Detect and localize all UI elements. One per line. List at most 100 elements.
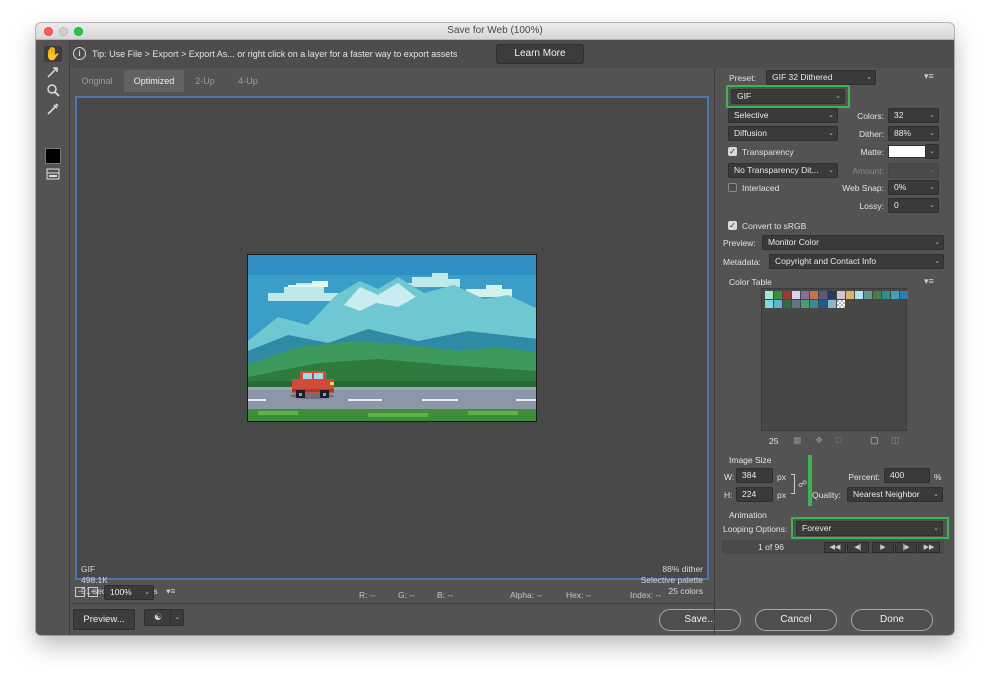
preset-select[interactable]: GIF 32 Dithered ⌄ (766, 70, 876, 85)
learn-more-button[interactable]: Learn More (496, 44, 584, 64)
optimize-menu-icon[interactable]: ▾≡ (924, 71, 934, 82)
lossy-label: Lossy: (859, 201, 884, 211)
transparency-dither-value: No Transparency Dit... (734, 165, 819, 175)
color-swatch[interactable] (873, 291, 881, 299)
color-table-grid[interactable] (761, 288, 908, 431)
lock-color-icon[interactable]: □ (836, 435, 841, 445)
trash-icon[interactable]: ◫ (891, 435, 900, 446)
color-swatch[interactable] (810, 300, 818, 308)
quality-label: Quality: (812, 490, 841, 500)
browser-dropdown-chevron-icon[interactable]: ⌄ (170, 609, 184, 626)
title-bar: Save for Web (100%) (36, 23, 954, 40)
color-reduction-select[interactable]: Selective ⌄ (728, 108, 838, 123)
last-frame-icon[interactable]: ▶▶ (918, 542, 940, 553)
color-swatch[interactable] (765, 300, 773, 308)
window-title: Save for Web (100%) (447, 25, 543, 36)
first-frame-icon[interactable]: ◀◀ (824, 542, 846, 553)
slice-select-tool-icon[interactable] (44, 65, 62, 81)
height-label: H: (724, 490, 733, 500)
color-swatch[interactable] (801, 291, 809, 299)
hand-tool-icon[interactable]: ✋ (44, 46, 62, 62)
lossy-field[interactable]: 0 ⌄ (888, 198, 939, 213)
color-swatch[interactable] (864, 291, 872, 299)
resample-quality-select[interactable]: Nearest Neighbor ⌄ (847, 487, 943, 502)
color-swatch[interactable] (891, 291, 899, 299)
pixel-art-landscape (248, 255, 536, 421)
zoom-level-select[interactable]: 100% ⌄ (104, 585, 154, 600)
toggle-slices-visibility-icon[interactable] (44, 168, 62, 184)
width-field[interactable]: 384 (736, 468, 773, 483)
looping-options-label: Looping Options: (723, 524, 788, 534)
color-swatch[interactable] (765, 291, 773, 299)
colors-select[interactable]: 32 ⌄ (888, 108, 939, 123)
metadata-select[interactable]: Copyright and Contact Info ⌄ (769, 254, 944, 269)
colors-value: 32 (894, 110, 904, 120)
color-table-menu-icon[interactable]: ▾≡ (924, 276, 934, 287)
eyedropper-tool-icon[interactable] (44, 102, 62, 118)
done-button[interactable]: Done (851, 609, 933, 631)
color-swatch[interactable] (801, 300, 809, 308)
chain-link-icon[interactable]: ☍ (798, 479, 807, 490)
color-swatch[interactable] (828, 291, 836, 299)
play-icon[interactable]: ▶ (872, 542, 894, 553)
new-color-icon[interactable]: ▢ (870, 435, 879, 446)
chevron-down-icon: ⌄ (933, 491, 939, 498)
color-swatch[interactable] (819, 291, 827, 299)
chevron-down-icon: ⌄ (144, 589, 150, 596)
map-to-transparent-icon[interactable]: ▦ (793, 435, 802, 446)
color-swatch[interactable] (774, 291, 782, 299)
convert-srgb-checkbox[interactable]: ✓ (728, 221, 737, 230)
connection-speed-menu-icon[interactable]: ▾≡ (166, 586, 175, 596)
preview-label: Preview: (723, 238, 756, 248)
color-swatch[interactable] (819, 300, 827, 308)
color-swatch[interactable] (792, 300, 800, 308)
web-shift-icon[interactable]: ❖ (815, 435, 823, 446)
zoom-level-value: 100% (110, 587, 132, 597)
save-button[interactable]: Save... (659, 609, 741, 631)
transparent-color-swatch[interactable] (837, 300, 845, 308)
color-swatch[interactable] (783, 291, 791, 299)
color-swatch[interactable] (846, 291, 854, 299)
dither-algorithm-select[interactable]: Diffusion ⌄ (728, 126, 838, 141)
transparency-checkbox[interactable]: ✓ (728, 147, 737, 156)
previous-frame-icon[interactable]: ◀| (847, 542, 869, 553)
matte-dropdown[interactable]: ⌄ (925, 144, 939, 159)
matte-label: Matte: (860, 147, 884, 157)
tab-optimized[interactable]: Optimized (124, 70, 184, 92)
color-swatch[interactable] (900, 291, 908, 299)
preview-in-browser-button[interactable]: Preview... (73, 609, 135, 630)
transparency-dither-select[interactable]: No Transparency Dit... ⌄ (728, 163, 838, 178)
percent-unit-label: % (934, 472, 942, 482)
percent-field[interactable]: 400 (884, 468, 930, 483)
web-snap-field[interactable]: 0% ⌄ (888, 180, 939, 195)
color-swatch[interactable] (855, 291, 863, 299)
convert-srgb-label: Convert to sRGB (742, 221, 807, 231)
index-readout: Index: -- (630, 590, 662, 600)
chevron-down-icon: ⌄ (929, 112, 935, 119)
palette-info-text: Selective palette (640, 575, 703, 585)
interlaced-checkbox[interactable] (728, 183, 737, 192)
zoom-in-button[interactable]: + (88, 587, 98, 597)
looping-highlight-box (791, 517, 949, 539)
color-swatch[interactable] (792, 291, 800, 299)
color-swatch[interactable] (774, 300, 782, 308)
color-swatch[interactable] (783, 300, 791, 308)
next-frame-icon[interactable]: |▶ (895, 542, 917, 553)
tab-4up[interactable]: 4-Up (228, 70, 268, 92)
zoom-tool-icon[interactable] (44, 83, 62, 99)
color-swatch[interactable] (837, 291, 845, 299)
preview-color-select[interactable]: Monitor Color ⌄ (762, 235, 944, 250)
matte-color-swatch[interactable] (888, 145, 926, 158)
color-swatch[interactable] (810, 291, 818, 299)
browser-select-icon[interactable]: ☯ (144, 609, 172, 626)
tab-2up[interactable]: 2-Up (186, 70, 224, 92)
height-field[interactable]: 224 (736, 487, 773, 502)
dither-amount-field[interactable]: 88% ⌄ (888, 126, 939, 141)
tab-original[interactable]: Original (74, 70, 120, 92)
color-swatch[interactable] (828, 300, 836, 308)
zoom-out-button[interactable]: − (75, 587, 85, 597)
color-swatch[interactable] (882, 291, 890, 299)
eyedropper-color-swatch[interactable] (45, 148, 61, 164)
cancel-button[interactable]: Cancel (755, 609, 837, 631)
optimized-preview-canvas[interactable]: GIF 498.1K 91 sec @ 56.6 Kbps ▾≡ 88% dit… (75, 96, 709, 596)
